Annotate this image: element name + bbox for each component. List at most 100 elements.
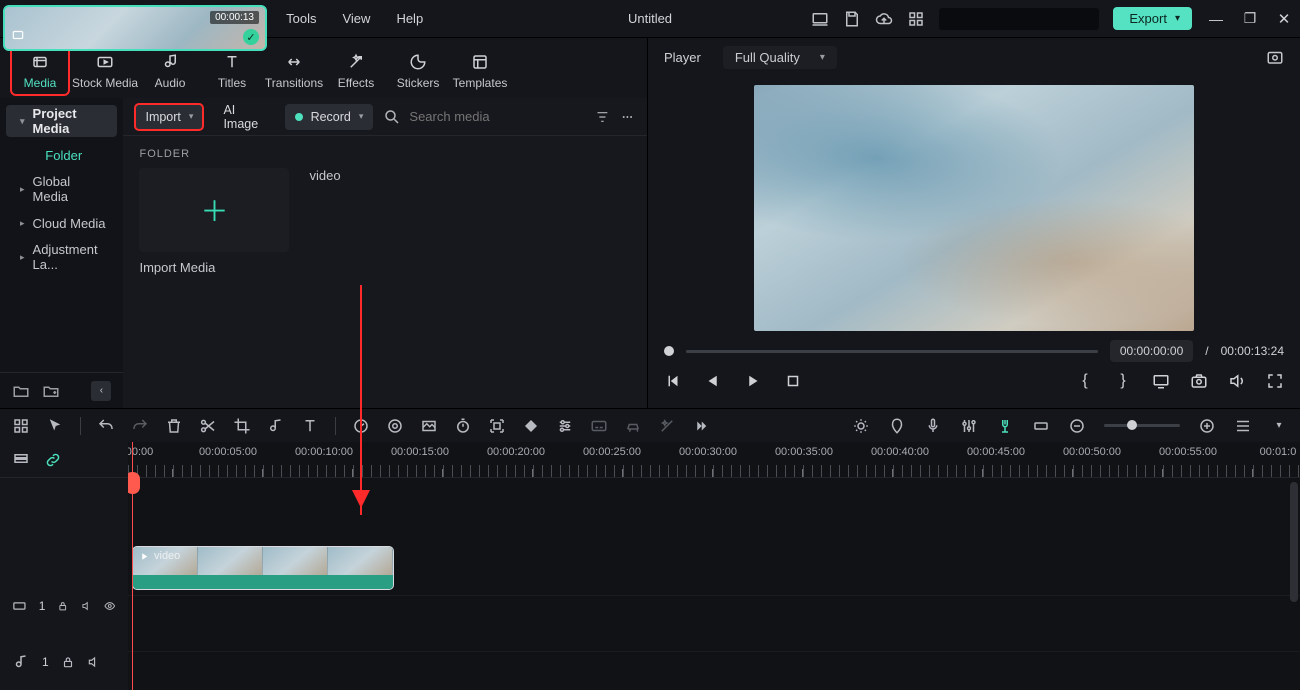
chevron-down-icon[interactable]: ▾ [1270,417,1288,435]
split-icon[interactable] [199,417,217,435]
video-track-header[interactable]: 1 [0,578,128,634]
filter-icon[interactable] [595,108,610,126]
seek-track[interactable] [686,350,1098,353]
range-icon[interactable] [1032,417,1050,435]
crop-icon[interactable] [233,417,251,435]
magnet-icon[interactable] [996,417,1014,435]
apps-icon[interactable] [907,10,925,28]
motion-track-icon[interactable] [488,417,506,435]
volume-icon[interactable] [1228,372,1246,390]
brightness-icon[interactable] [852,417,870,435]
tab-stickers[interactable]: Stickers [388,44,448,96]
play-reverse-icon[interactable] [704,372,722,390]
fullscreen-icon[interactable] [1266,372,1284,390]
video-track-row[interactable]: video [128,540,1300,596]
cloud-upload-icon[interactable] [875,10,893,28]
search-media[interactable] [383,108,585,126]
lock-icon[interactable] [57,599,69,613]
sidebar-folder[interactable]: Folder [6,139,117,171]
export-button[interactable]: Export ▾ [1113,7,1192,30]
mute-icon[interactable] [87,655,101,669]
mark-out-icon[interactable]: } [1114,372,1132,390]
audio-track-header[interactable]: 1 [0,634,128,690]
seek-bar[interactable]: 00:00:00:00 / 00:00:13:24 [664,340,1284,362]
mark-in-icon[interactable]: { [1076,372,1094,390]
window-maximize[interactable]: ❐ [1240,10,1260,27]
pointer-icon[interactable] [46,417,64,435]
tab-effects[interactable]: Effects [326,44,386,96]
sidebar-cloud-media[interactable]: ▸ Cloud Media [6,207,117,239]
timeline-scrollbar[interactable] [1290,482,1298,602]
link-icon[interactable] [44,451,62,469]
tab-transitions[interactable]: Transitions [264,44,324,96]
audio-detach-icon[interactable] [267,417,285,435]
menu-tools[interactable]: Tools [286,11,316,26]
stack-icon[interactable] [12,451,30,469]
lock-icon[interactable] [61,655,75,669]
zoom-out-icon[interactable] [1068,417,1086,435]
undo-icon[interactable] [97,417,115,435]
chroma-key-icon[interactable] [420,417,438,435]
seek-head[interactable] [664,346,674,356]
save-icon[interactable] [843,10,861,28]
timeline-tracks[interactable]: :00:00 00:00:05:00 00:00:10:00 00:00:15:… [128,442,1300,690]
subtitle-icon[interactable] [590,417,608,435]
playhead[interactable] [132,442,133,690]
grid-icon[interactable] [12,417,30,435]
mute-icon[interactable] [81,599,93,613]
zoom-in-icon[interactable] [1198,417,1216,435]
adjust-icon[interactable] [556,417,574,435]
preview-area [648,76,1300,334]
prev-frame-icon[interactable] [664,372,682,390]
stop-icon[interactable] [784,372,802,390]
menu-help[interactable]: Help [396,11,423,26]
new-folder-icon[interactable] [12,382,30,400]
sidebar-global-media[interactable]: ▸ Global Media [6,173,117,205]
list-view-icon[interactable] [1234,417,1252,435]
search-media-input[interactable] [409,109,585,124]
device-icon[interactable] [811,10,829,28]
timeline-ruler[interactable]: :00:00 00:00:05:00 00:00:10:00 00:00:15:… [128,442,1300,478]
text-icon[interactable] [301,417,319,435]
redo-icon[interactable] [131,417,149,435]
menu-view[interactable]: View [342,11,370,26]
tab-stock-media[interactable]: Stock Media [72,44,138,96]
window-close[interactable]: ✕ [1274,10,1294,28]
marker-icon[interactable] [888,417,906,435]
keyframe-icon[interactable] [522,417,540,435]
window-minimize[interactable]: — [1206,11,1226,27]
audio-track-row[interactable] [128,596,1300,652]
record-button[interactable]: Record ▾ [285,104,374,130]
tab-media[interactable]: Media [10,44,70,96]
timer-icon[interactable] [454,417,472,435]
mixer-icon[interactable] [960,417,978,435]
eye-icon[interactable] [104,599,116,613]
timeline-clip[interactable]: video [132,546,394,590]
tab-templates[interactable]: Templates [450,44,510,96]
zoom-slider[interactable] [1104,424,1180,427]
color-match-icon[interactable] [386,417,404,435]
ai-image-button[interactable]: AI Image [213,104,274,130]
preview-canvas[interactable] [754,85,1194,331]
titlebar-search[interactable] [939,8,1099,30]
collapse-sidebar-icon[interactable]: ‹ [91,381,111,401]
import-button[interactable]: Import ▾ [135,104,203,130]
sidebar-project-media[interactable]: ▾ Project Media [6,105,117,137]
trash-icon[interactable] [165,417,183,435]
wand-icon[interactable] [658,417,676,435]
media-clip-card[interactable]: 00:00:13 ✓ video [309,168,459,275]
sidebar-adjustment-layers[interactable]: ▸ Adjustment La... [6,241,117,273]
new-bin-icon[interactable] [42,382,60,400]
snapshot-icon[interactable] [1266,48,1284,66]
expand-tools-icon[interactable] [692,417,710,435]
voiceover-icon[interactable] [924,417,942,435]
car-icon[interactable] [624,417,642,435]
play-icon[interactable] [744,372,762,390]
quality-select[interactable]: Full Quality ▾ [723,46,837,69]
tab-titles[interactable]: Titles [202,44,262,96]
import-media-card[interactable]: ＋ Import Media [139,168,289,275]
display-icon[interactable] [1152,372,1170,390]
camera-icon[interactable] [1190,372,1208,390]
tab-audio[interactable]: Audio [140,44,200,96]
more-icon[interactable] [620,108,635,126]
